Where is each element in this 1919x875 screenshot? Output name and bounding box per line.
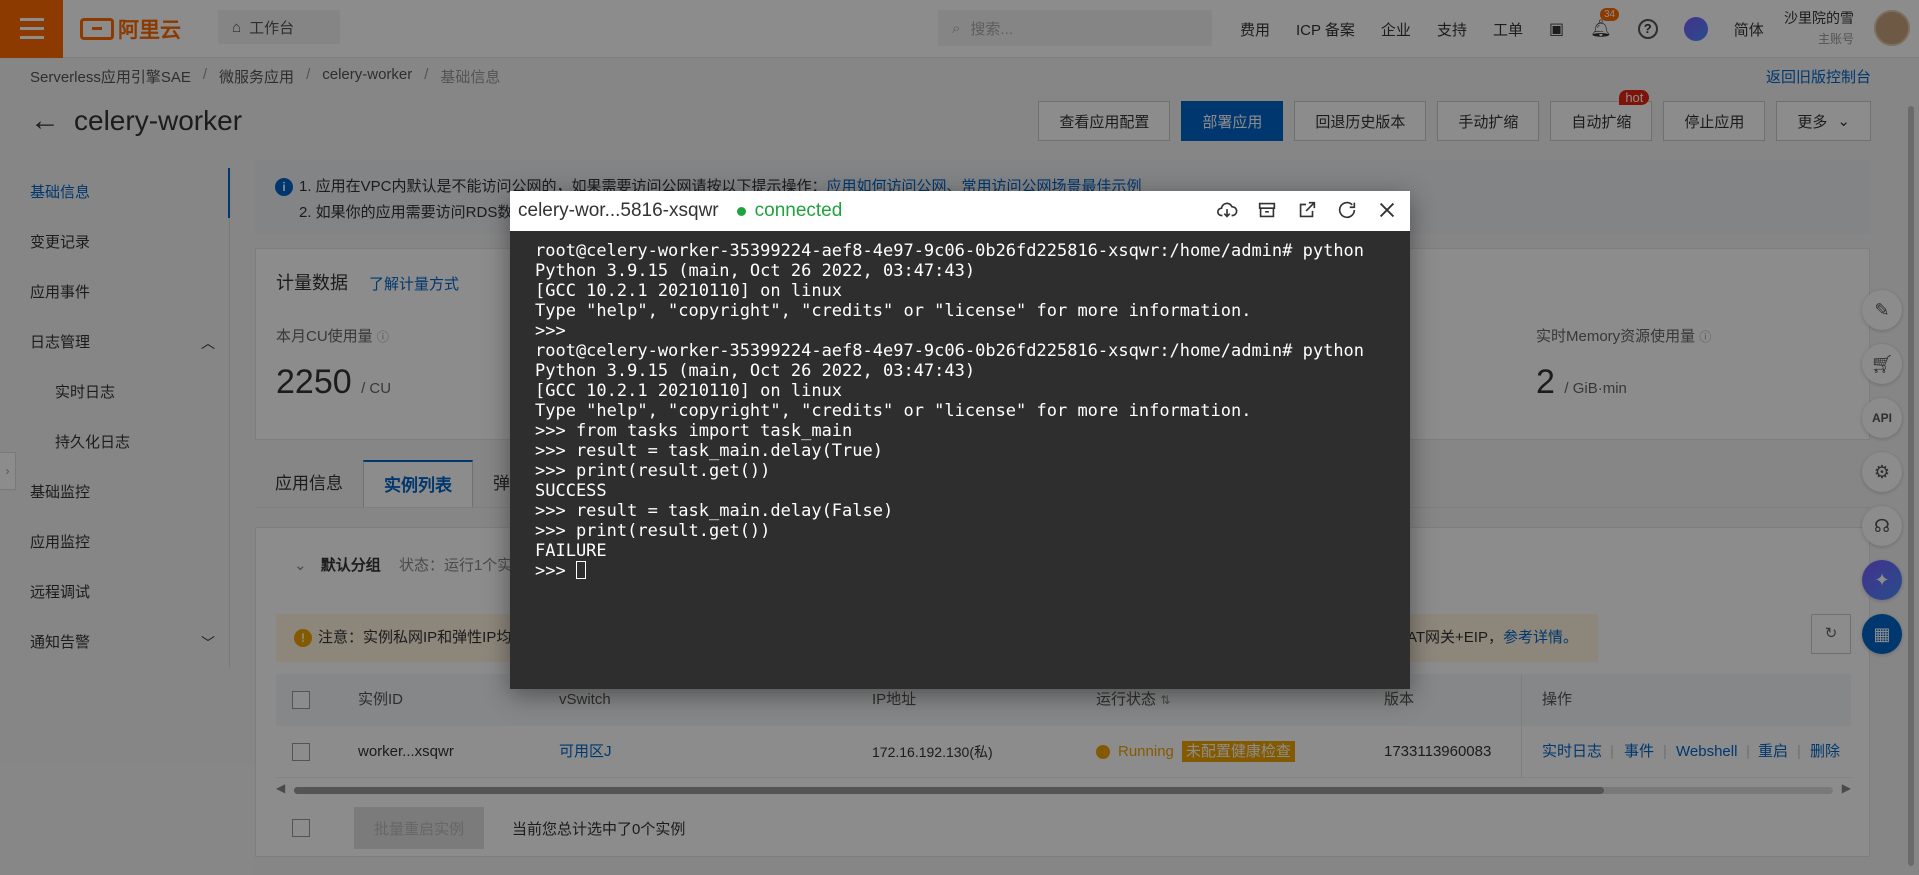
cloud-download-icon[interactable] xyxy=(1216,199,1238,221)
terminal-output[interactable]: root@celery-worker-35399224-aef8-4e97-9c… xyxy=(510,231,1410,689)
terminal-line: >>> print(result.get()) xyxy=(535,521,771,541)
terminal-line: >>> result = task_main.delay(True) xyxy=(535,441,883,461)
terminal-line: root@celery-worker-35399224-aef8-4e97-9c… xyxy=(535,341,1365,361)
terminal-line: [GCC 10.2.1 20210110] on linux xyxy=(535,281,843,301)
terminal-line: SUCCESS xyxy=(535,481,607,501)
webshell-terminal-modal: celery-wor...5816-xsqwr connected root@c… xyxy=(510,191,1410,689)
terminal-line: root@celery-worker-35399224-aef8-4e97-9c… xyxy=(535,241,1365,261)
terminal-title: celery-wor...5816-xsqwr xyxy=(518,200,719,221)
terminal-line: >>> print(result.get()) xyxy=(535,461,771,481)
terminal-cursor xyxy=(575,561,586,579)
terminal-line: [GCC 10.2.1 20210110] on linux xyxy=(535,381,843,401)
terminal-line: >>> from tasks import task_main xyxy=(535,421,853,441)
terminal-line: Python 3.9.15 (main, Oct 26 2022, 03:47:… xyxy=(535,361,976,381)
terminal-line: Type "help", "copyright", "credits" or "… xyxy=(535,301,1252,321)
reload-icon[interactable] xyxy=(1336,199,1358,221)
terminal-toolbar xyxy=(1216,199,1398,221)
connection-status: connected xyxy=(736,200,842,222)
terminal-line: >>> xyxy=(535,321,566,341)
close-icon[interactable] xyxy=(1376,199,1398,221)
terminal-line: Type "help", "copyright", "credits" or "… xyxy=(535,401,1252,421)
terminal-line: FAILURE xyxy=(535,541,607,561)
open-new-window-icon[interactable] xyxy=(1296,199,1318,221)
archive-icon[interactable] xyxy=(1256,199,1278,221)
terminal-line: >>> xyxy=(535,561,1410,581)
status-dot-icon xyxy=(736,206,746,216)
terminal-header: celery-wor...5816-xsqwr connected xyxy=(510,191,1410,231)
terminal-line: Python 3.9.15 (main, Oct 26 2022, 03:47:… xyxy=(535,261,976,281)
terminal-line: >>> result = task_main.delay(False) xyxy=(535,501,894,521)
